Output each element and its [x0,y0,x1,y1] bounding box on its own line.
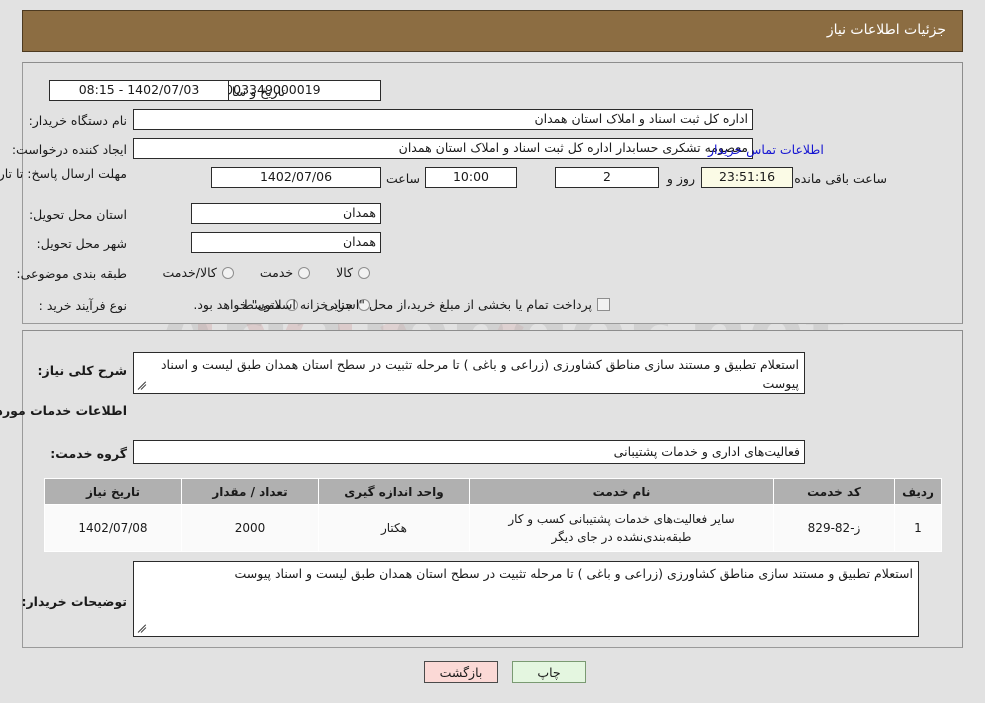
need-summary-panel [22,62,963,324]
field-countdown: 23:51:16 [701,167,793,188]
table-row: 1 ز-82-829 سایر فعالیت‌های خدمات پشتیبان… [44,504,942,552]
services-table: ردیف کد خدمت نام خدمت واحد اندازه گیری ت… [44,478,942,552]
th-quantity: تعداد / مقدار [181,478,319,505]
th-date: تاریخ نیاز [44,478,182,505]
label-process-type: نوع فرآیند خرید : [38,298,127,313]
label-category: طبقه بندی موضوعی: [16,266,127,281]
category-option-0[interactable]: کالا [336,265,370,280]
treasury-checkbox-option[interactable]: پرداخت تمام یا بخشی از مبلغ خرید،از محل … [193,297,610,312]
resize-grip-icon-notes[interactable] [137,624,147,634]
field-delivery-city[interactable]: همدان [191,232,381,253]
label-delivery-city: شهر محل تحویل: [36,236,127,251]
category-radio-group[interactable]: کالا خدمت کالا/خدمت [136,262,370,281]
field-delivery-province[interactable]: همدان [191,203,381,224]
field-buyer-org[interactable]: اداره کل ثبت اسناد و املاک استان همدان [133,109,753,130]
field-service-group[interactable]: فعالیت‌های اداری و خدمات پشتیبانی [133,440,805,464]
buyer-notes-text: استعلام تطبیق و مستند سازی مناطق کشاورزی… [234,566,913,581]
category-label-1: خدمت [259,265,294,280]
field-public-announce[interactable]: 1402/07/03 - 08:15 [49,80,229,101]
cell-date: 1402/07/08 [44,504,182,552]
category-label-2: کالا/خدمت [162,265,217,280]
label-creator: ایجاد کننده درخواست: [11,142,127,157]
back-button[interactable]: بازگشت [424,661,498,683]
field-buyer-notes[interactable]: استعلام تطبیق و مستند سازی مناطق کشاورزی… [133,561,919,637]
print-button[interactable]: چاپ [512,661,586,683]
label-remaining: ساعت باقی مانده [794,171,887,186]
table-header-row: ردیف کد خدمت نام خدمت واحد اندازه گیری ت… [44,478,942,505]
cell-code: ز-82-829 [773,504,895,552]
category-radio-2[interactable] [221,266,234,279]
page-header-bar: جزئیات اطلاعات نیاز [22,10,963,52]
category-label-0: کالا [336,265,353,280]
category-option-1[interactable]: خدمت [259,265,311,280]
th-name: نام خدمت [469,478,774,505]
category-option-2[interactable]: کالا/خدمت [162,265,234,280]
field-creator[interactable]: معصومه تشکری حسابدار اداره کل ثبت اسناد … [133,138,753,159]
general-desc-text: استعلام تطبیق و مستند سازی مناطق کشاورزی… [160,357,799,392]
field-general-desc[interactable]: استعلام تطبیق و مستند سازی مناطق کشاورزی… [133,352,805,394]
th-row: ردیف [894,478,942,505]
th-code: کد خدمت [773,478,895,505]
label-days-and: روز و [666,171,695,186]
treasury-note-label: پرداخت تمام یا بخشی از مبلغ خرید،از محل … [193,297,592,312]
resize-grip-icon[interactable] [137,381,147,391]
label-deadline: مهلت ارسال پاسخ: تا تاریخ: [0,166,127,183]
cell-unit: هکتار [318,504,470,552]
category-radio-1[interactable] [298,266,311,279]
cell-name: سایر فعالیت‌های خدمات پشتیبانی کسب و کار… [469,504,774,552]
page-title: جزئیات اطلاعات نیاز [826,22,946,38]
category-radio-0[interactable] [358,266,370,279]
page-root: AriaTender.net جزئیات اطلاعات نیاز شماره… [0,0,985,703]
treasury-note-group[interactable]: پرداخت تمام یا بخشی از مبلغ خرید،از محل … [193,294,610,313]
services-section-title: اطلاعات خدمات مورد نیاز [0,403,127,418]
label-hour: ساعت [385,171,420,186]
label-deadline-text: مهلت ارسال پاسخ: تا تاریخ: [0,166,127,181]
field-remaining-days[interactable]: 2 [555,167,659,188]
field-deadline-time[interactable]: 10:00 [425,167,517,188]
cell-quantity: 2000 [181,504,319,552]
label-general-desc: شرح کلی نیاز: [37,363,127,378]
label-delivery-province: استان محل تحویل: [28,207,127,222]
label-buyer-notes: توضیحات خریدار: [21,594,127,609]
label-buyer-org: نام دستگاه خریدار: [28,113,127,128]
buyer-contact-link[interactable]: اطلاعات تماس خریدار [708,142,824,157]
th-unit: واحد اندازه گیری [318,478,470,505]
label-service-group: گروه خدمت: [50,446,127,461]
cell-row: 1 [894,504,942,552]
treasury-checkbox[interactable] [597,298,610,311]
field-deadline-date[interactable]: 1402/07/06 [211,167,381,188]
